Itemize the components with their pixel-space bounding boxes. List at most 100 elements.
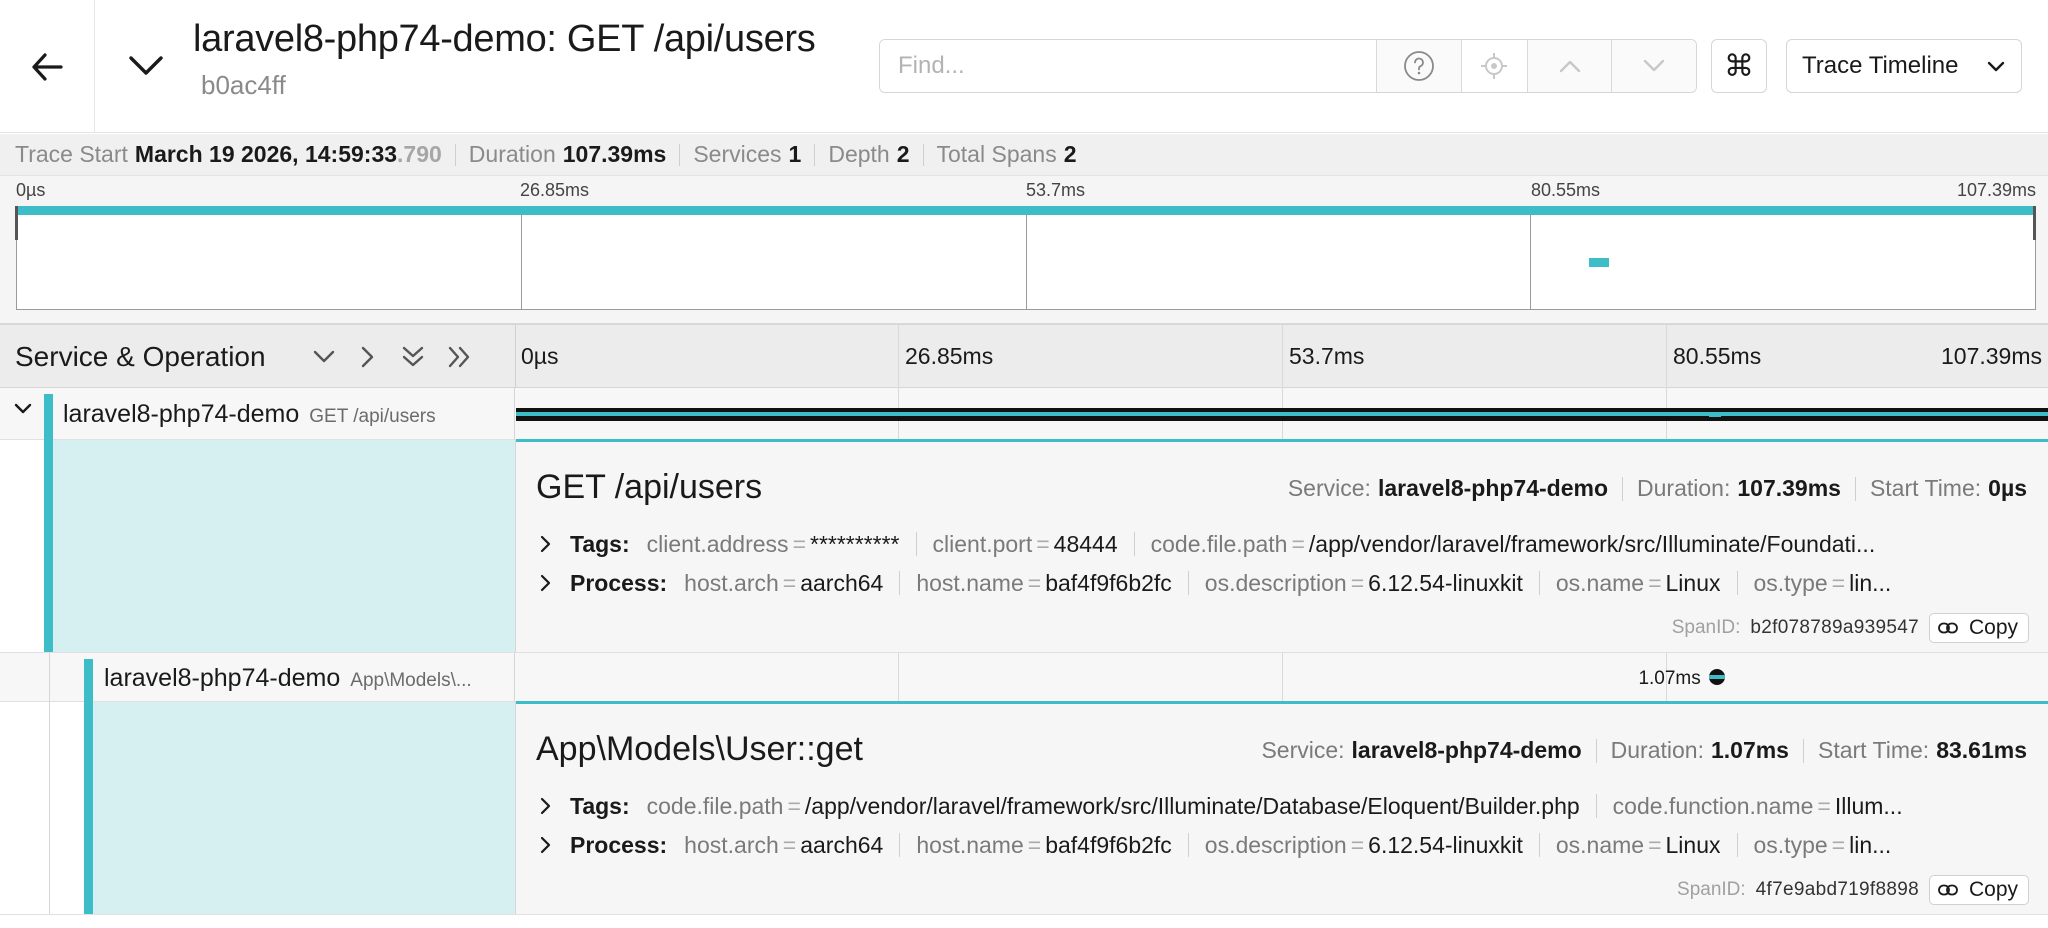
- question-circle-icon: [1403, 51, 1434, 81]
- tags-section[interactable]: Tags: client.address = ********** client.p…: [540, 527, 2032, 561]
- divider[interactable]: [515, 325, 516, 389]
- process-label: Process:: [570, 569, 668, 596]
- tag-value: 48444: [1053, 530, 1118, 557]
- copy-span-id-button[interactable]: Copy: [1928, 613, 2029, 643]
- divider: [1854, 476, 1856, 501]
- span-service-name: laravel8-php74-demo App\Models\...: [104, 664, 472, 693]
- divider: [1187, 833, 1189, 857]
- keyboard-shortcuts-button[interactable]: ⌘: [1711, 39, 1767, 93]
- equals: =: [1831, 569, 1846, 596]
- span-name-cell[interactable]: laravel8-php74-demo GET /api/users: [0, 388, 515, 440]
- service-label: Service:: [1287, 475, 1371, 501]
- service-operation-heading: Service & Operation: [15, 341, 266, 372]
- chevron-right-icon[interactable]: [540, 574, 562, 592]
- expand-one-button[interactable]: [352, 341, 384, 373]
- find-input[interactable]: [880, 40, 1376, 92]
- equals: =: [1027, 569, 1042, 596]
- span-id-value: b2f078789a939547: [1750, 617, 1919, 638]
- target-icon: [1481, 53, 1508, 79]
- copy-span-id-button[interactable]: Copy: [1928, 875, 2029, 905]
- equals: =: [782, 831, 797, 858]
- chevron-right-icon[interactable]: [540, 797, 562, 815]
- process-key: os.name: [1555, 831, 1645, 858]
- divider: [1538, 571, 1540, 595]
- chevron-down-icon: [313, 350, 335, 363]
- process-value: baf4f9f6b2fc: [1045, 831, 1172, 858]
- tag-key: code.file.path: [1150, 530, 1288, 557]
- divider: [1802, 738, 1804, 763]
- service-name: laravel8-php74-demo: [63, 400, 300, 428]
- command-key-icon: ⌘: [1724, 49, 1754, 83]
- minimap-span-bar: [16, 206, 2036, 215]
- equals: =: [787, 792, 801, 819]
- start-time-value: 0µs: [1988, 475, 2027, 501]
- divider: [899, 571, 901, 595]
- timeline-gridline: [898, 653, 899, 703]
- back-button[interactable]: [0, 0, 95, 133]
- tag-value: **********: [810, 530, 900, 557]
- timeline-footer: [0, 914, 2048, 928]
- timeline-tick: 107.39ms: [1940, 343, 2042, 369]
- detail-indent-fill: [53, 440, 515, 652]
- span-row[interactable]: laravel8-php74-demo GET /api/users: [0, 388, 2048, 440]
- span-name-cell[interactable]: laravel8-php74-demo App\Models\...: [0, 653, 515, 703]
- tags-section[interactable]: Tags: code.file.path =/app/vendor/laravel…: [540, 789, 2032, 823]
- process-key: host.arch: [684, 831, 779, 858]
- find-help-button[interactable]: [1376, 40, 1461, 92]
- view-type-select[interactable]: Trace Timeline: [1786, 39, 2022, 93]
- divider: [1622, 476, 1624, 501]
- collapse-trace-button[interactable]: [118, 38, 174, 94]
- previous-match-button[interactable]: [1526, 40, 1612, 92]
- span-id-row: SpanID: 4f7e9abd719f8898 Copy: [1677, 875, 2029, 905]
- start-time-label: Start Time:: [1817, 737, 1930, 763]
- double-chevron-right-icon: [448, 346, 470, 368]
- process-section[interactable]: Process: host.arch = aarch64 host.name = baf…: [540, 828, 2032, 862]
- process-key: host.name: [916, 831, 1024, 858]
- next-match-button[interactable]: [1611, 40, 1696, 92]
- chevron-right-icon[interactable]: [540, 535, 562, 553]
- collapse-all-button[interactable]: [397, 341, 429, 373]
- span-toggle[interactable]: [14, 402, 32, 420]
- service-color-bar: [84, 659, 93, 703]
- minimap-tick: 26.85ms: [520, 180, 590, 200]
- chevron-down-icon: [1987, 61, 2005, 71]
- summary-trace-start-ms: .790: [397, 141, 442, 167]
- span-detail-meta: Service: laravel8-php74-demo Duration: 1.0…: [1261, 737, 2027, 764]
- process-value: lin...: [1849, 831, 1892, 858]
- chevron-right-icon[interactable]: [540, 836, 562, 854]
- summary-duration-label: Duration: [468, 141, 556, 167]
- span-row[interactable]: laravel8-php74-demo App\Models\... 1.07ms: [0, 652, 2048, 703]
- span-duration-bar[interactable]: [1708, 669, 1725, 685]
- equals: =: [782, 569, 797, 596]
- locate-span-button[interactable]: [1460, 40, 1527, 92]
- trace-summary-bar: Trace Start March 19 2026, 14:59:33.790 …: [0, 134, 2048, 176]
- span-timeline-cell[interactable]: 1.07ms: [516, 653, 2048, 703]
- chevron-right-icon: [361, 346, 374, 368]
- summary-duration-value: 107.39ms: [562, 141, 667, 167]
- expand-all-button[interactable]: [444, 341, 476, 373]
- timeline-tick: 26.85ms: [905, 343, 994, 369]
- minimap-right-handle[interactable]: [2033, 206, 2036, 240]
- equals: =: [792, 530, 806, 557]
- summary-total-spans-value: 2: [1063, 141, 1077, 167]
- tags-label: Tags:: [570, 530, 630, 557]
- minimap-left-handle[interactable]: [15, 206, 18, 240]
- service-color-bar: [44, 394, 53, 440]
- collapse-one-button[interactable]: [308, 341, 340, 373]
- tag-value: /app/vendor/laravel/framework/src/Illumi…: [1308, 530, 1876, 557]
- copy-label: Copy: [1968, 878, 2018, 901]
- span-detail-panel: GET /api/users Service: laravel8-php74-de…: [516, 439, 2048, 652]
- process-section[interactable]: Process: host.arch = aarch64 host.name = baf…: [540, 566, 2032, 600]
- chevron-down-icon: [14, 403, 32, 414]
- divider: [1595, 794, 1597, 818]
- equals: =: [1027, 831, 1042, 858]
- minimap-gridline: [1026, 206, 1027, 310]
- double-chevron-down-icon: [402, 346, 424, 367]
- summary-trace-start: Trace Start March 19 2026, 14:59:33.790: [15, 141, 442, 168]
- span-duration-bar[interactable]: [516, 408, 2048, 421]
- summary-duration: Duration 107.39ms: [469, 141, 667, 168]
- chevron-down-icon: [129, 56, 163, 75]
- process-key: os.type: [1753, 831, 1828, 858]
- span-timeline-cell[interactable]: [516, 388, 2048, 440]
- process-label: Process:: [570, 831, 668, 858]
